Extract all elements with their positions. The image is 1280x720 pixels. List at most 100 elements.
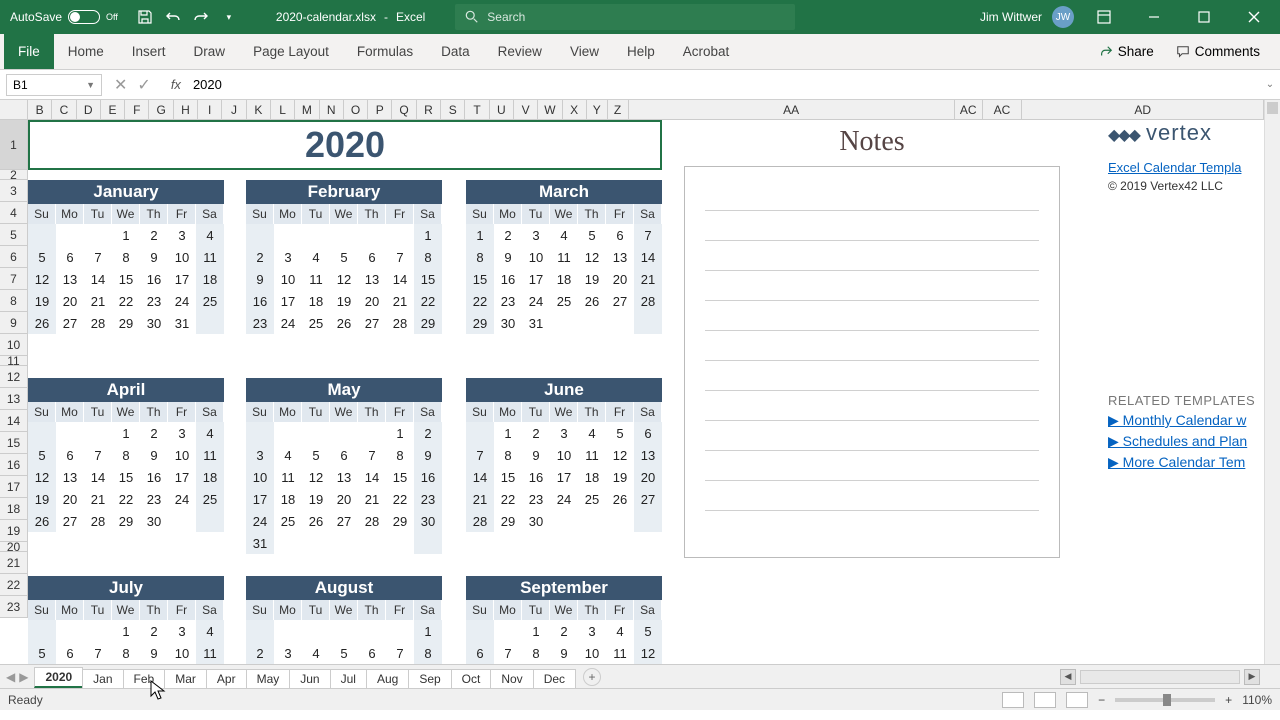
- day-cell[interactable]: 21: [358, 488, 386, 510]
- day-cell[interactable]: 9: [140, 444, 168, 466]
- day-cell[interactable]: [634, 312, 662, 334]
- redo-icon[interactable]: [192, 8, 210, 26]
- day-cell[interactable]: 22: [494, 488, 522, 510]
- ribbon-tab-help[interactable]: Help: [613, 34, 669, 69]
- day-cell[interactable]: 14: [84, 466, 112, 488]
- day-cell[interactable]: 9: [140, 246, 168, 268]
- day-cell[interactable]: [550, 510, 578, 532]
- day-cell[interactable]: 6: [358, 246, 386, 268]
- hscroll-track[interactable]: [1080, 670, 1240, 684]
- day-cell[interactable]: 9: [246, 268, 274, 290]
- day-cell[interactable]: 2: [494, 224, 522, 246]
- day-cell[interactable]: [358, 224, 386, 246]
- day-cell[interactable]: 18: [550, 268, 578, 290]
- day-cell[interactable]: [274, 422, 302, 444]
- day-cell[interactable]: 8: [386, 444, 414, 466]
- day-cell[interactable]: 17: [168, 466, 196, 488]
- day-cell[interactable]: [494, 620, 522, 642]
- day-cell[interactable]: 19: [28, 488, 56, 510]
- row-header-8[interactable]: 8: [0, 290, 27, 312]
- day-cell[interactable]: 1: [494, 422, 522, 444]
- day-cell[interactable]: 23: [246, 312, 274, 334]
- row-header-5[interactable]: 5: [0, 224, 27, 246]
- ribbon-tab-draw[interactable]: Draw: [180, 34, 240, 69]
- cancel-formula-icon[interactable]: ✕: [114, 75, 127, 95]
- day-cell[interactable]: 23: [494, 290, 522, 312]
- expand-formula-icon[interactable]: ⌄: [1260, 79, 1280, 90]
- day-cell[interactable]: 18: [274, 488, 302, 510]
- day-cell[interactable]: 1: [386, 422, 414, 444]
- day-cell[interactable]: 1: [112, 422, 140, 444]
- day-cell[interactable]: [302, 532, 330, 554]
- day-cell[interactable]: 2: [550, 620, 578, 642]
- day-cell[interactable]: [606, 312, 634, 334]
- ribbon-tab-insert[interactable]: Insert: [118, 34, 180, 69]
- ribbon-tab-file[interactable]: File: [4, 34, 54, 69]
- day-cell[interactable]: [358, 620, 386, 642]
- column-header-R[interactable]: R: [417, 100, 441, 119]
- day-cell[interactable]: 11: [196, 444, 224, 466]
- day-cell[interactable]: 10: [168, 444, 196, 466]
- formula-input[interactable]: 2020: [189, 77, 1260, 92]
- page-layout-view-icon[interactable]: [1034, 692, 1056, 708]
- sheet-nav-arrows[interactable]: ◀▶: [0, 670, 34, 684]
- day-cell[interactable]: 31: [522, 312, 550, 334]
- day-cell[interactable]: 3: [168, 422, 196, 444]
- day-cell[interactable]: 14: [466, 466, 494, 488]
- day-cell[interactable]: 15: [112, 268, 140, 290]
- day-cell[interactable]: 8: [112, 246, 140, 268]
- day-cell[interactable]: 24: [168, 488, 196, 510]
- column-header-AC[interactable]: AC: [983, 100, 1023, 119]
- day-cell[interactable]: 17: [168, 268, 196, 290]
- day-cell[interactable]: 30: [494, 312, 522, 334]
- day-cell[interactable]: 9: [494, 246, 522, 268]
- day-cell[interactable]: 26: [606, 488, 634, 510]
- day-cell[interactable]: 3: [168, 224, 196, 246]
- day-cell[interactable]: 5: [606, 422, 634, 444]
- template-link[interactable]: Excel Calendar Templa: [1108, 160, 1255, 175]
- day-cell[interactable]: 9: [522, 444, 550, 466]
- row-header-9[interactable]: 9: [0, 312, 27, 334]
- day-cell[interactable]: 11: [578, 444, 606, 466]
- day-cell[interactable]: 20: [606, 268, 634, 290]
- day-cell[interactable]: 2: [414, 422, 442, 444]
- day-cell[interactable]: 10: [246, 466, 274, 488]
- day-cell[interactable]: 25: [550, 290, 578, 312]
- day-cell[interactable]: 3: [550, 422, 578, 444]
- page-break-view-icon[interactable]: [1066, 692, 1088, 708]
- row-header-2[interactable]: 2: [0, 170, 27, 180]
- day-cell[interactable]: 11: [196, 642, 224, 664]
- day-cell[interactable]: [302, 224, 330, 246]
- day-cell[interactable]: 7: [466, 444, 494, 466]
- day-cell[interactable]: 5: [578, 224, 606, 246]
- day-cell[interactable]: 6: [56, 642, 84, 664]
- day-cell[interactable]: 5: [28, 642, 56, 664]
- column-header-T[interactable]: T: [465, 100, 489, 119]
- column-header-AA[interactable]: AA: [629, 100, 955, 119]
- day-cell[interactable]: 21: [386, 290, 414, 312]
- day-cell[interactable]: 25: [196, 488, 224, 510]
- day-cell[interactable]: [246, 224, 274, 246]
- day-cell[interactable]: 25: [274, 510, 302, 532]
- day-cell[interactable]: 18: [302, 290, 330, 312]
- sheet-tab-mar[interactable]: Mar: [164, 669, 207, 688]
- day-cell[interactable]: 28: [358, 510, 386, 532]
- row-header-6[interactable]: 6: [0, 246, 27, 268]
- day-cell[interactable]: 16: [414, 466, 442, 488]
- day-cell[interactable]: 6: [56, 246, 84, 268]
- column-header-Y[interactable]: Y: [587, 100, 608, 119]
- day-cell[interactable]: 4: [578, 422, 606, 444]
- ribbon-tab-data[interactable]: Data: [427, 34, 484, 69]
- day-cell[interactable]: 29: [112, 510, 140, 532]
- row-header-16[interactable]: 16: [0, 454, 27, 476]
- sheet-tab-aug[interactable]: Aug: [366, 669, 409, 688]
- day-cell[interactable]: [246, 422, 274, 444]
- day-cell[interactable]: 13: [606, 246, 634, 268]
- day-cell[interactable]: 7: [386, 246, 414, 268]
- day-cell[interactable]: [330, 224, 358, 246]
- day-cell[interactable]: [28, 422, 56, 444]
- day-cell[interactable]: [196, 510, 224, 532]
- day-cell[interactable]: 28: [84, 312, 112, 334]
- column-header-V[interactable]: V: [514, 100, 538, 119]
- day-cell[interactable]: 29: [112, 312, 140, 334]
